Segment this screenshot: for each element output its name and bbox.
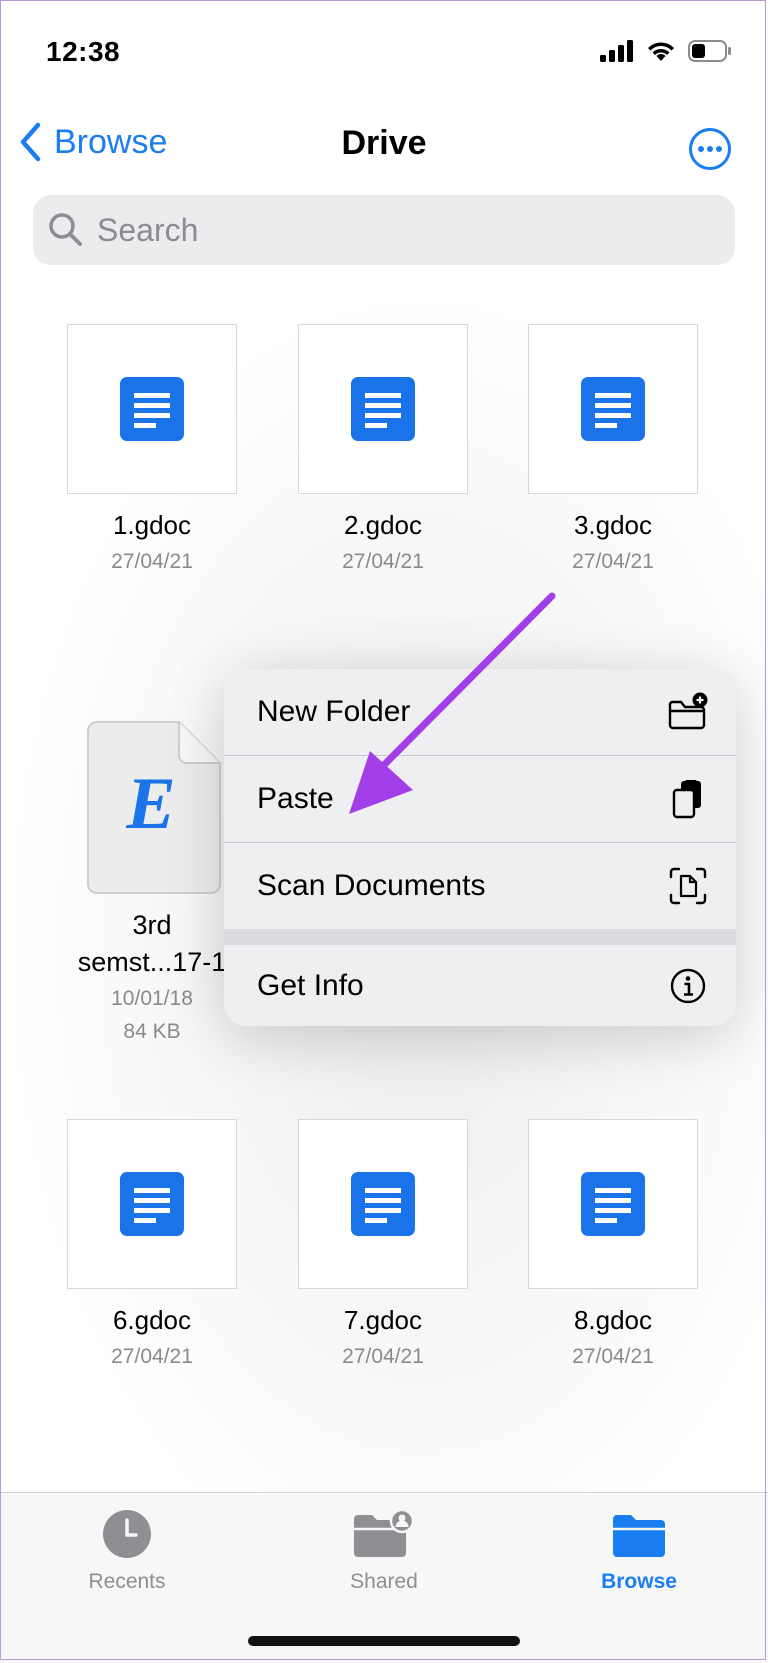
file-name-6: 6.gdoc: [112, 1305, 192, 1335]
google-doc-icon: [120, 377, 184, 441]
menu-group-separator: [224, 929, 736, 945]
cellular-signal-icon: [600, 40, 633, 62]
tab-label: Recents: [88, 1570, 166, 1593]
menu-item-label: Scan Documents: [257, 869, 486, 902]
status-icons: [600, 40, 732, 62]
file-date-8: 27/04/21: [572, 1345, 654, 1368]
file-date-6: 27/04/21: [111, 1345, 193, 1368]
info-icon: [670, 968, 706, 1003]
file-date-7: 27/04/21: [342, 1345, 424, 1368]
file-thumbnail-2[interactable]: [298, 324, 468, 494]
file-thumbnail-1[interactable]: [67, 324, 237, 494]
clock-icon: [103, 1510, 151, 1558]
tab-shared[interactable]: Shared: [304, 1508, 464, 1594]
file-thumbnail-6[interactable]: [67, 1119, 237, 1289]
menu-item-label: Get Info: [257, 968, 364, 1002]
file-thumbnail-8[interactable]: [528, 1119, 698, 1289]
google-doc-icon: [581, 1172, 645, 1236]
menu-item-scan-documents[interactable]: Scan Documents: [224, 843, 736, 929]
search-placeholder: Search: [97, 211, 199, 248]
file-name-2: 2.gdoc: [343, 510, 423, 540]
tab-browse[interactable]: Browse: [559, 1509, 719, 1594]
wifi-icon: [648, 42, 674, 61]
file-thumbnail-7[interactable]: [298, 1119, 468, 1289]
file-name-7: 7.gdoc: [343, 1305, 423, 1335]
menu-item-label: New Folder: [257, 695, 411, 728]
file-date-1: 27/04/21: [111, 550, 193, 573]
home-indicator: [248, 1636, 520, 1646]
file-name-1: 1.gdoc: [112, 510, 192, 540]
page-title: Drive: [341, 124, 427, 162]
tab-label: Shared: [350, 1570, 418, 1593]
menu-item-get-info[interactable]: Get Info: [224, 945, 736, 1026]
new-folder-icon: [668, 692, 708, 730]
menu-item-paste[interactable]: Paste: [224, 756, 736, 842]
more-options-icon[interactable]: [688, 127, 732, 171]
folder-icon: [613, 1515, 665, 1557]
context-menu: New Folder Paste Scan Documents Get Info: [224, 669, 736, 1026]
menu-item-new-folder[interactable]: New Folder: [224, 669, 736, 755]
file-type-letter: E: [125, 763, 175, 845]
google-doc-icon: [351, 1172, 415, 1236]
search-icon: [49, 213, 82, 246]
google-doc-icon: [120, 1172, 184, 1236]
document-file-icon[interactable]: E: [87, 721, 221, 894]
battery-icon: [688, 40, 731, 62]
menu-item-label: Paste: [257, 782, 334, 815]
google-doc-icon: [351, 377, 415, 441]
paste-icon: [672, 780, 701, 819]
file-date-3: 27/04/21: [572, 550, 654, 573]
scan-documents-icon: [669, 867, 707, 905]
search-field[interactable]: Search: [33, 195, 735, 265]
file-name-3: 3.gdoc: [573, 510, 653, 540]
shared-folder-icon: [354, 1508, 415, 1557]
google-doc-icon: [581, 377, 645, 441]
file-thumbnail-3[interactable]: [528, 324, 698, 494]
file-name-8: 8.gdoc: [573, 1305, 653, 1335]
tab-label: Browse: [601, 1570, 677, 1593]
status-time: 12:38: [46, 36, 121, 67]
tab-recents[interactable]: Recents: [47, 1509, 207, 1594]
file-date-2: 27/04/21: [342, 550, 424, 573]
